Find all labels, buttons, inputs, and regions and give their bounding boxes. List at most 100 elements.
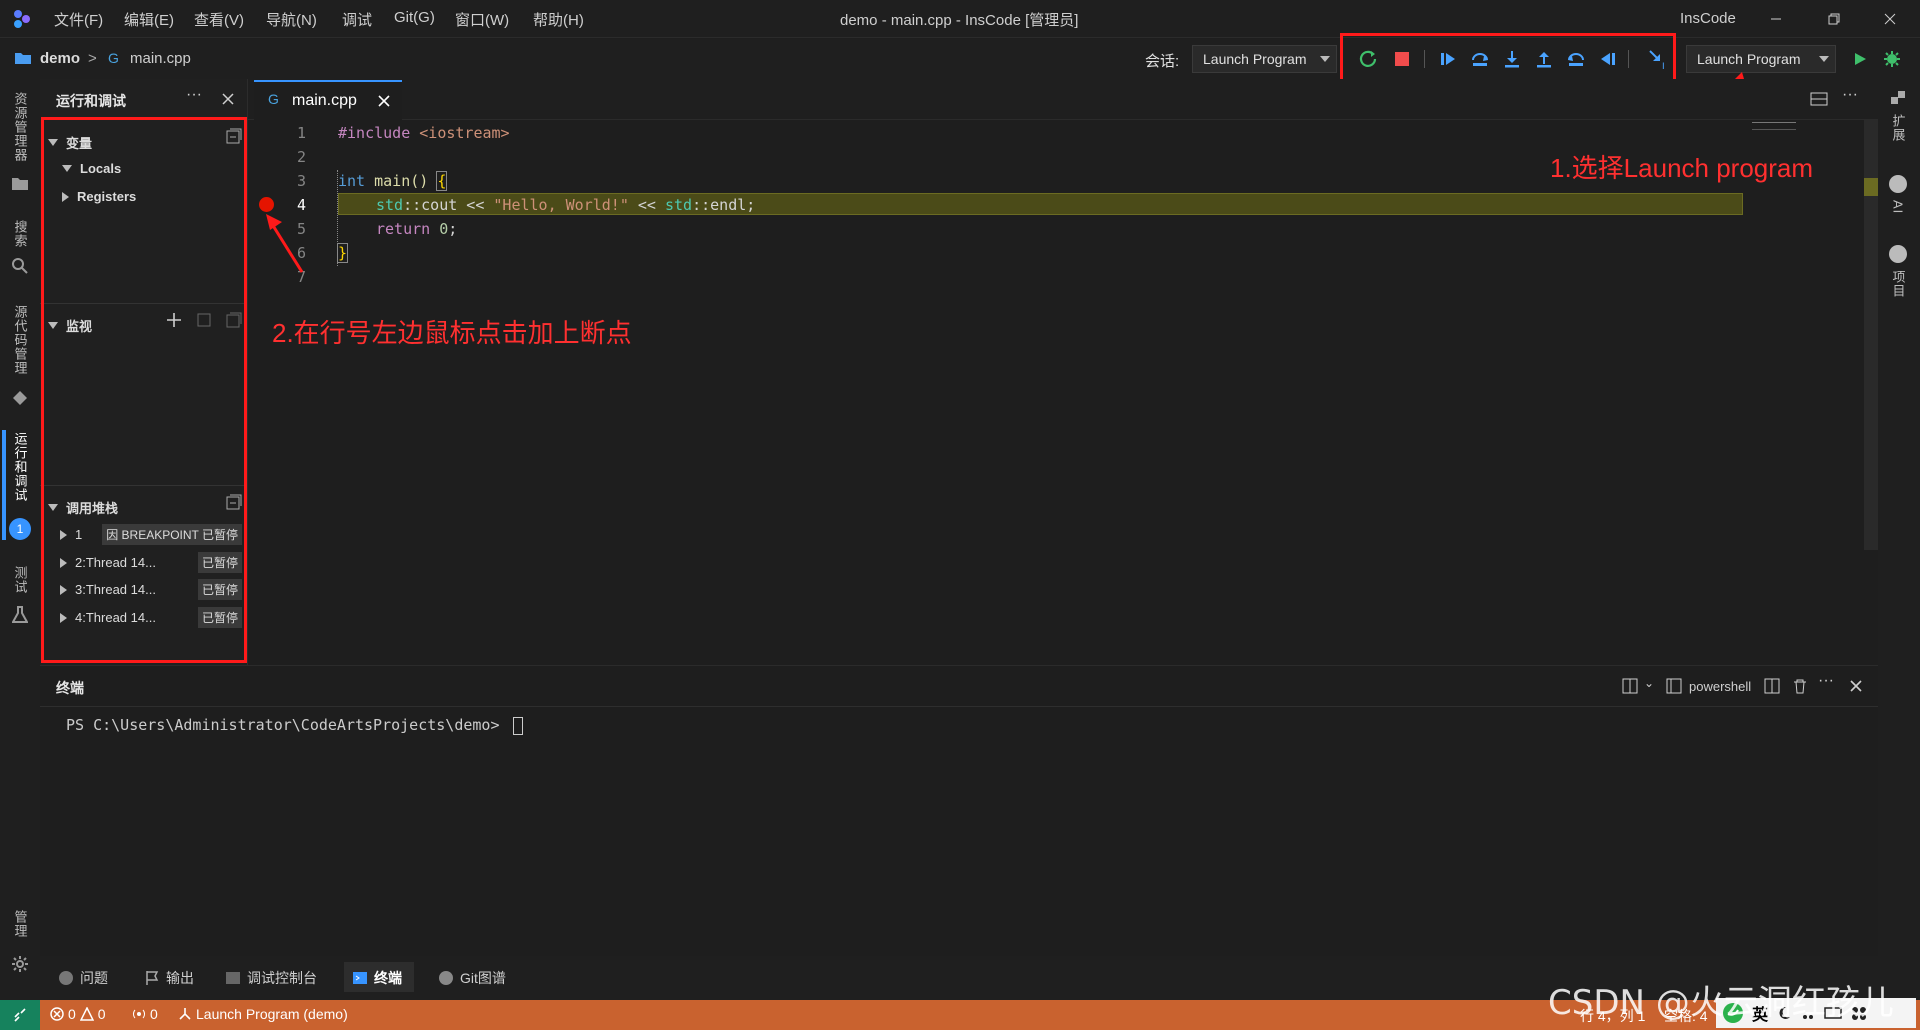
activity-manage[interactable]: 管理 bbox=[4, 910, 36, 950]
console-icon bbox=[226, 972, 240, 984]
annotation-sidebar-box bbox=[41, 117, 247, 663]
more-actions-icon[interactable]: ··· bbox=[1818, 672, 1834, 690]
problems-status[interactable]: 0 0 bbox=[50, 1006, 106, 1022]
brand-label: InsCode bbox=[1680, 10, 1736, 27]
ports-count: 0 bbox=[150, 1006, 158, 1022]
right-item-ai[interactable]: AI bbox=[1882, 200, 1914, 224]
split-icon[interactable] bbox=[1764, 678, 1780, 694]
project-icon bbox=[1889, 245, 1907, 263]
chevron-down-icon bbox=[1819, 56, 1829, 62]
menu-file[interactable]: 文件(F) bbox=[54, 9, 103, 30]
debug-settings-button[interactable] bbox=[1880, 47, 1904, 71]
remote-button[interactable] bbox=[0, 1000, 40, 1030]
code-token: return bbox=[376, 220, 440, 238]
chevron-down-icon[interactable]: ⌄ bbox=[1644, 676, 1654, 690]
menu-window[interactable]: 窗口(W) bbox=[455, 9, 509, 30]
ports-status[interactable]: 0 bbox=[132, 1006, 158, 1022]
menu-edit[interactable]: 编辑(E) bbox=[124, 9, 174, 30]
menu-git[interactable]: Git(G) bbox=[394, 9, 435, 26]
error-count: 0 bbox=[68, 1006, 76, 1022]
gear-icon[interactable] bbox=[11, 955, 29, 973]
session-select[interactable]: Launch Program bbox=[1192, 45, 1337, 73]
search-icon bbox=[12, 258, 28, 274]
folder-icon bbox=[12, 178, 28, 190]
trash-icon[interactable] bbox=[1792, 678, 1808, 694]
right-item-extensions[interactable]: 扩展 bbox=[1882, 114, 1914, 154]
restore-button[interactable] bbox=[1814, 4, 1854, 34]
terminal-icon bbox=[353, 972, 367, 984]
breadcrumb-file[interactable]: main.cpp bbox=[130, 50, 191, 67]
activity-source-control[interactable]: 源代码管理 bbox=[4, 305, 36, 385]
debug-count-badge: 1 bbox=[9, 518, 31, 540]
antenna-icon bbox=[133, 1009, 145, 1019]
terminal-shell-label[interactable]: powershell bbox=[1689, 679, 1751, 694]
tab-terminal[interactable]: 终端 bbox=[352, 968, 402, 988]
activity-explorer-label: 资源管理器 bbox=[12, 92, 28, 162]
split-editor-icon[interactable] bbox=[1810, 91, 1828, 107]
line-number: 1 bbox=[296, 124, 306, 142]
code-token: ::cout << bbox=[403, 196, 494, 214]
right-item-project-label: 项目 bbox=[1890, 270, 1906, 298]
restore-icon bbox=[1828, 13, 1840, 25]
flask-icon bbox=[12, 606, 28, 623]
menu-navigate[interactable]: 导航(N) bbox=[266, 9, 317, 30]
window-title: demo - main.cpp - InsCode [管理员] bbox=[840, 12, 1079, 29]
folder-icon bbox=[15, 53, 31, 64]
activity-search-label: 搜索 bbox=[12, 220, 28, 248]
line-number: 2 bbox=[296, 148, 306, 166]
launch-config-select[interactable]: Launch Program bbox=[1686, 45, 1836, 73]
terminal-icon bbox=[1666, 678, 1682, 694]
code-token: } bbox=[336, 243, 349, 263]
more-actions-icon[interactable]: ··· bbox=[186, 86, 202, 104]
close-window-button[interactable] bbox=[1870, 4, 1910, 34]
bug-gear-icon bbox=[1884, 51, 1900, 67]
tab-debug-console[interactable]: 调试控制台 bbox=[225, 968, 317, 988]
split-terminal-icon[interactable] bbox=[1622, 678, 1638, 694]
right-item-ai-label: AI bbox=[1890, 200, 1906, 215]
tab-git-graph[interactable]: Git图谱 bbox=[438, 968, 506, 988]
menu-view[interactable]: 查看(V) bbox=[194, 9, 244, 30]
code-token: int bbox=[338, 172, 366, 190]
close-icon bbox=[1884, 13, 1896, 25]
code-token: ; bbox=[448, 220, 458, 238]
tab-main-cpp[interactable]: G main.cpp bbox=[254, 80, 402, 120]
cpp-file-icon: G bbox=[268, 91, 279, 107]
code-line-4: std::cout << "Hello, World!" << std::end… bbox=[376, 196, 755, 214]
menu-help[interactable]: 帮助(H) bbox=[533, 9, 584, 30]
code-token: std bbox=[665, 196, 693, 214]
right-item-extensions-label: 扩展 bbox=[1890, 114, 1906, 142]
app-logo-icon bbox=[14, 10, 30, 28]
scrollbar-marker bbox=[1864, 178, 1878, 196]
panel-title: 终端 bbox=[56, 680, 84, 696]
close-icon[interactable] bbox=[1850, 680, 1862, 692]
menu-debug[interactable]: 调试 bbox=[342, 9, 372, 30]
close-icon[interactable] bbox=[378, 95, 390, 107]
tab-debug-console-label: 调试控制台 bbox=[247, 970, 317, 986]
more-actions-icon[interactable]: ··· bbox=[1842, 86, 1858, 104]
tab-output-label: 输出 bbox=[166, 970, 194, 986]
breakpoint-icon[interactable] bbox=[259, 197, 274, 212]
cpp-file-icon: G bbox=[108, 50, 119, 66]
terminal-prompt: PS C:\Users\Administrator\CodeArtsProjec… bbox=[66, 716, 509, 734]
right-item-project[interactable]: 项目 bbox=[1882, 270, 1914, 306]
line-number: 3 bbox=[296, 172, 306, 190]
editor-tab-bar bbox=[248, 79, 1878, 120]
launch-status[interactable]: Launch Program (demo) bbox=[178, 1006, 348, 1022]
minimap[interactable] bbox=[1752, 122, 1796, 130]
start-debugging-button[interactable] bbox=[1848, 47, 1872, 71]
chevron-down-icon bbox=[1320, 56, 1330, 62]
activity-testing[interactable]: 测试 bbox=[4, 566, 36, 606]
warning-count: 0 bbox=[97, 1006, 106, 1022]
breadcrumb-project[interactable]: demo bbox=[40, 50, 80, 67]
close-icon[interactable] bbox=[222, 93, 234, 105]
code-token: 0 bbox=[439, 220, 449, 238]
git-graph-icon bbox=[439, 971, 453, 985]
activity-run-debug[interactable]: 运行和调试 bbox=[4, 432, 36, 512]
terminal-panel bbox=[40, 665, 1878, 955]
extensions-icon bbox=[1891, 91, 1905, 104]
tab-problems[interactable]: 问题 bbox=[58, 968, 108, 988]
terminal-output[interactable]: PS C:\Users\Administrator\CodeArtsProjec… bbox=[66, 716, 523, 735]
minimize-button[interactable] bbox=[1756, 4, 1796, 34]
breadcrumb-separator: > bbox=[88, 50, 97, 67]
tab-output[interactable]: 输出 bbox=[144, 968, 194, 988]
